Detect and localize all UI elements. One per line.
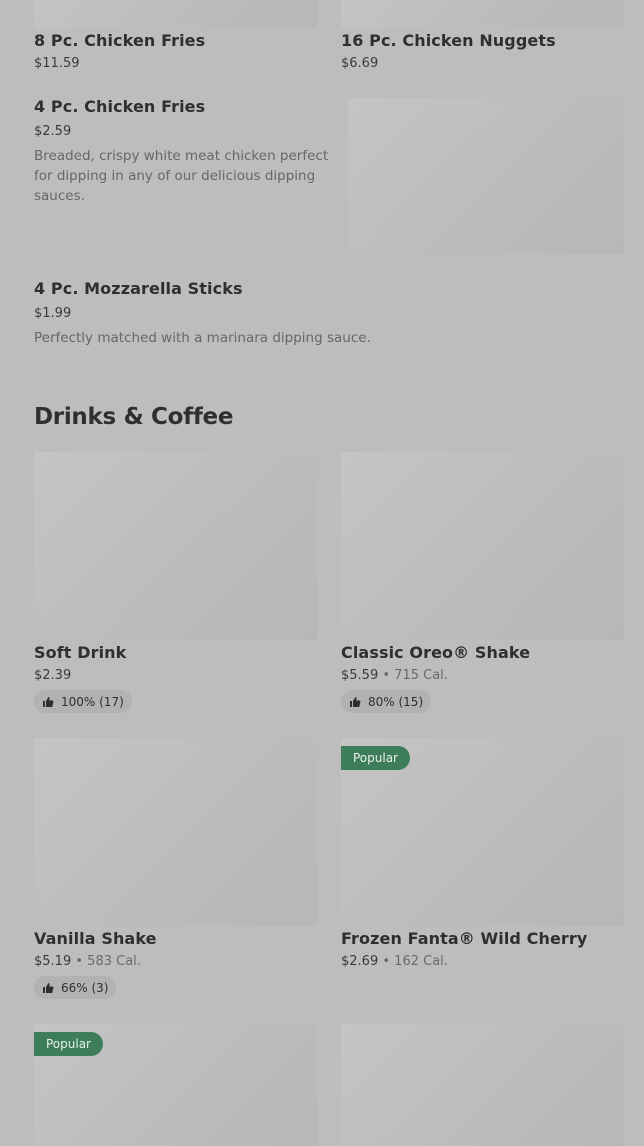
item-title[interactable]: 16 Pc. Chicken Nuggets (341, 31, 556, 50)
rating-text: 66% (3) (61, 980, 109, 995)
item-image-8pc-chicken-fries[interactable] (34, 0, 317, 28)
separator: • (382, 954, 391, 969)
rating-text: 80% (15) (368, 694, 424, 709)
item-image-classic-oreo-shake[interactable] (341, 452, 624, 640)
separator: • (75, 954, 84, 969)
item-price: $2.59 (34, 124, 72, 139)
item-price-calories: $2.69 • 162 Cal. (341, 954, 448, 969)
item-price-calories: $5.59 • 715 Cal. (341, 668, 448, 683)
item-price-calories: $5.19 • 583 Cal. (34, 954, 141, 969)
rating-pill: 80% (15) (341, 690, 432, 713)
item-title[interactable]: 4 Pc. Mozzarella Sticks (34, 279, 243, 298)
item-price: $5.19 (34, 954, 72, 969)
thumbs-up-icon (43, 982, 54, 993)
item-title[interactable]: Frozen Fanta® Wild Cherry (341, 929, 587, 948)
item-calories: 162 Cal. (394, 954, 448, 969)
item-price: $11.59 (34, 56, 80, 71)
item-title[interactable]: Classic Oreo® Shake (341, 643, 530, 662)
rating-pill: 66% (3) (34, 976, 117, 999)
item-price: $5.59 (341, 668, 379, 683)
item-price: $2.69 (341, 954, 379, 969)
popular-badge: Popular (34, 1032, 103, 1056)
item-image-soft-drink[interactable] (34, 452, 317, 640)
item-title[interactable]: Vanilla Shake (34, 929, 157, 948)
item-image-vanilla-shake[interactable] (34, 738, 317, 926)
rating-pill: 100% (17) (34, 690, 132, 713)
thumbs-up-icon (43, 696, 54, 707)
rating-text: 100% (17) (61, 694, 124, 709)
item-description: Perfectly matched with a marinara dippin… (34, 330, 371, 346)
thumbs-up-icon (350, 696, 361, 707)
item-image-4pc-chicken-fries[interactable] (348, 98, 624, 254)
section-title: Drinks & Coffee (34, 404, 234, 430)
separator: • (382, 668, 391, 683)
menu-page: 8 Pc. Chicken Fries $11.59 16 Pc. Chicke… (0, 0, 644, 1146)
popular-badge: Popular (341, 746, 410, 770)
item-title[interactable]: Soft Drink (34, 643, 126, 662)
item-description: Breaded, crispy white meat chicken perfe… (34, 148, 329, 204)
item-calories: 583 Cal. (87, 954, 141, 969)
item-price: $6.69 (341, 56, 379, 71)
item-title[interactable]: 8 Pc. Chicken Fries (34, 31, 205, 50)
item-image[interactable] (341, 1024, 624, 1146)
item-title[interactable]: 4 Pc. Chicken Fries (34, 97, 205, 116)
item-calories: 715 Cal. (394, 668, 448, 683)
item-price: $2.39 (34, 668, 72, 683)
item-price: $1.99 (34, 306, 72, 321)
item-image-16pc-chicken-nuggets[interactable] (341, 0, 624, 28)
